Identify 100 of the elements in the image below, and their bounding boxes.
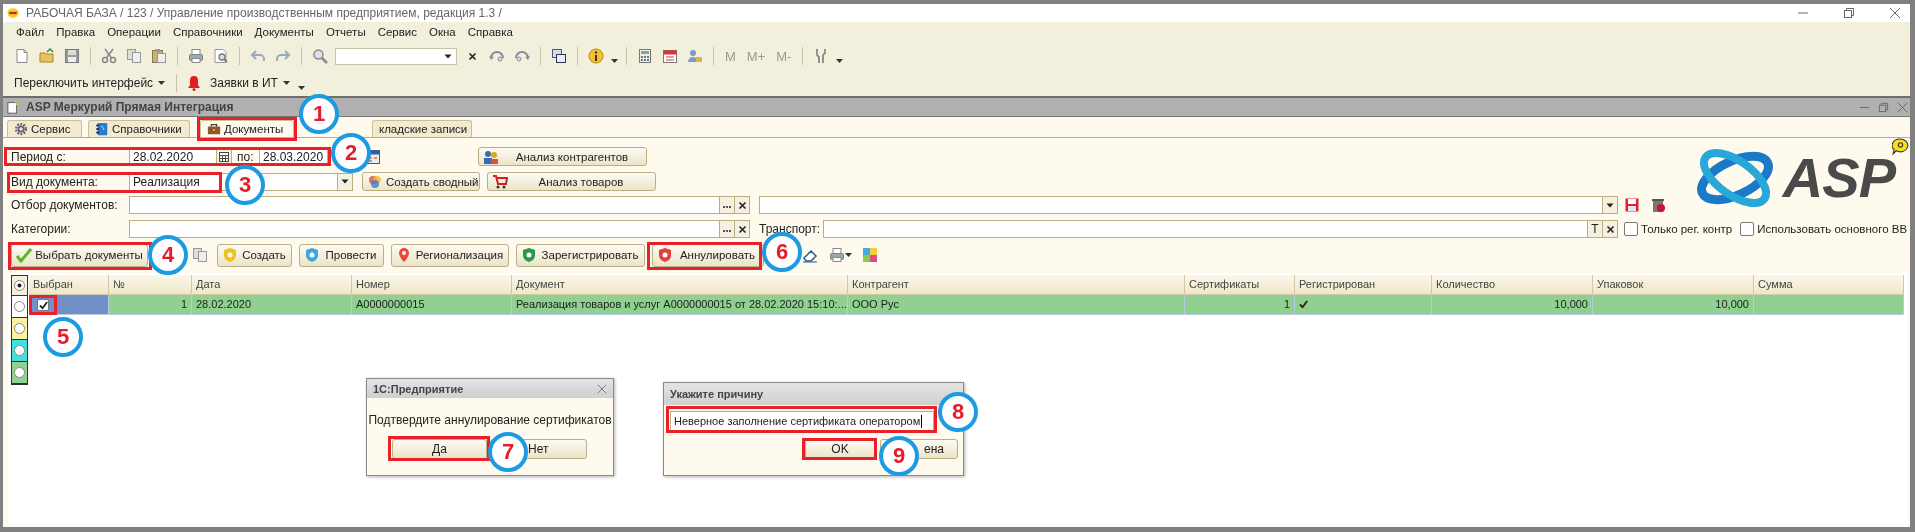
column-header[interactable]: Выбран (29, 275, 109, 295)
column-header[interactable]: Сертификаты (1185, 275, 1295, 295)
column-header[interactable]: Упаковок (1593, 275, 1754, 295)
dropdown-icon[interactable] (341, 178, 349, 185)
clear-icon[interactable] (1605, 223, 1615, 235)
caret-icon[interactable] (611, 58, 618, 64)
menu-item[interactable]: Окна (424, 26, 461, 38)
windows-icon[interactable] (551, 48, 567, 64)
field-label: Категории: (11, 222, 72, 236)
cut-icon[interactable] (101, 48, 117, 64)
highlight-frame (29, 295, 57, 315)
people-icon (483, 148, 499, 165)
requests-button[interactable]: Заявки в ИТ (208, 76, 292, 90)
menu-item[interactable]: Операции (102, 26, 166, 38)
calculator-icon[interactable] (637, 48, 653, 64)
open-folder-icon[interactable] (39, 48, 55, 64)
new-document-icon[interactable] (14, 48, 30, 64)
dialog-button[interactable]: Да (392, 439, 487, 459)
puzzle-icon[interactable] (862, 247, 878, 263)
paste-icon[interactable] (151, 48, 167, 64)
checkbox[interactable] (1740, 222, 1755, 236)
dropdown-icon[interactable] (1606, 201, 1614, 209)
calendar-icon[interactable] (662, 48, 678, 64)
column-header[interactable]: Количество (1432, 275, 1593, 295)
text-button[interactable]: T (1587, 221, 1602, 237)
interface-switch-button[interactable]: Переключить интерфейс (12, 76, 168, 90)
column-header[interactable]: Документ (512, 275, 848, 295)
restore-icon[interactable] (1843, 7, 1855, 19)
menu-item[interactable]: Правка (51, 26, 101, 38)
user-icon[interactable] (687, 48, 703, 64)
column-header[interactable]: № (109, 275, 192, 295)
action-button[interactable]: Создать (217, 243, 292, 267)
table-cell: 10,000 (1593, 295, 1754, 315)
table-cell: A0000000015 (352, 295, 512, 315)
action-button[interactable]: Аннулировать (652, 243, 764, 267)
calendar-icon[interactable] (219, 151, 229, 162)
close-icon[interactable] (1897, 101, 1908, 113)
copy-icon[interactable] (126, 48, 142, 64)
alarm-bell-icon[interactable] (186, 75, 203, 91)
action-button[interactable]: Регионализация (391, 243, 509, 267)
column-header[interactable]: Регистрирован (1295, 275, 1432, 295)
info-icon[interactable] (588, 48, 604, 64)
analysis-button[interactable]: Анализ товаров (487, 172, 656, 191)
table-cell[interactable] (29, 295, 109, 315)
action-button[interactable]: Выбрать документы (11, 243, 148, 267)
printer-icon[interactable] (188, 48, 204, 64)
tab[interactable]: кладские записи (372, 120, 472, 137)
filter-field[interactable] (129, 196, 750, 214)
summary-button[interactable]: Создать сводный (362, 172, 480, 191)
analysis-button[interactable]: Анализ контрагентов (478, 147, 647, 166)
action-button[interactable]: Зарегистрировать (516, 243, 645, 267)
tab[interactable]: Справочники (88, 120, 190, 137)
column-header[interactable]: Номер (352, 275, 512, 295)
close-icon[interactable] (1889, 7, 1901, 19)
tab[interactable]: Сервис (7, 120, 82, 137)
search-field[interactable] (335, 47, 457, 65)
column-header[interactable]: Сумма (1754, 275, 1904, 295)
table-cell: Реализация товаров и услуг A0000000015 от 28.02.2020 15:10:... (512, 295, 848, 315)
column-header[interactable]: Дата (192, 275, 352, 295)
close-icon[interactable] (597, 383, 607, 394)
color-filter[interactable] (12, 340, 27, 362)
color-filter[interactable] (12, 276, 27, 296)
printer-icon[interactable] (828, 247, 845, 263)
menu-item[interactable]: Отчеты (320, 26, 371, 38)
clear-icon[interactable] (737, 223, 747, 235)
transport-field[interactable]: T (823, 220, 1618, 238)
checkbox[interactable] (1624, 222, 1638, 236)
menu-item[interactable]: Справочники (167, 26, 248, 38)
dropdown-icon[interactable] (444, 52, 452, 60)
briefcase-icon (207, 122, 221, 136)
eraser-icon[interactable] (802, 247, 818, 263)
reason-field[interactable]: Неверное заполнение сертификата оператором (670, 411, 934, 431)
find-next-icon[interactable] (514, 48, 530, 64)
color-filter[interactable] (12, 362, 27, 384)
search-icon[interactable] (312, 48, 328, 64)
checkbox-label: Использовать основного ВВ (1757, 223, 1908, 235)
categories-field[interactable] (129, 220, 750, 238)
caret-icon[interactable] (836, 58, 844, 64)
clear-icon[interactable] (737, 199, 747, 211)
checkbox[interactable] (37, 299, 49, 311)
table-cell: 1 (1185, 295, 1295, 315)
caret-icon[interactable] (844, 252, 852, 258)
restore-icon[interactable] (1878, 101, 1889, 113)
help-icon[interactable] (1892, 138, 1909, 155)
action-button[interactable]: Провести (299, 243, 384, 267)
menu-item[interactable]: Сервис (372, 26, 423, 38)
column-header[interactable]: Контрагент (848, 275, 1185, 295)
trash-icon[interactable] (1650, 197, 1666, 213)
print-preview-icon[interactable] (213, 48, 229, 64)
checkbox-label: Только рег. контр (1641, 223, 1733, 235)
menu-item[interactable]: Файл (11, 26, 50, 38)
copy-icon[interactable] (192, 247, 208, 263)
save-icon[interactable] (64, 48, 80, 64)
menu-item[interactable]: Справка (462, 26, 518, 38)
combo-field[interactable] (759, 196, 1618, 214)
color-filter[interactable] (12, 318, 27, 340)
save-icon[interactable] (1624, 197, 1640, 213)
clear-icon[interactable] (467, 50, 477, 62)
menu-item[interactable]: Документы (249, 26, 319, 38)
find-previous-icon[interactable] (489, 48, 505, 64)
